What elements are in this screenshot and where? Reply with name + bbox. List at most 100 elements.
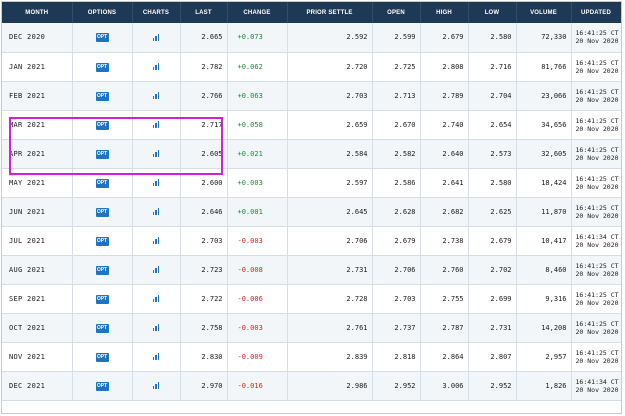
bar-chart-icon[interactable] [152,382,160,389]
header-updated[interactable]: UPDATED [571,2,621,23]
header-prior-settle[interactable]: PRIOR SETTLE [287,2,373,23]
updated-date: 20 Nov 2020 [575,95,619,104]
high-cell: 2.679 [420,23,469,53]
volume-cell: 34,656 [516,110,572,140]
opt-button[interactable]: OPT [95,352,109,362]
high-cell: 2.641 [420,168,469,198]
opt-button[interactable]: OPT [95,62,109,72]
high-cell: 2.755 [420,284,469,314]
charts-cell [132,371,181,401]
bar-chart-icon[interactable] [152,179,160,186]
bar-chart-icon[interactable] [152,33,160,41]
updated-time: 16:41:25 CT [575,203,619,212]
prior-settle-cell: 2.645 [287,197,373,227]
quotes-table: MONTH OPTIONS CHARTS LAST CHANGE PRIOR S… [2,2,621,401]
header-open[interactable]: OPEN [372,2,421,23]
open-cell: 2.725 [372,52,421,82]
updated-time: 16:41:25 CT [575,87,619,96]
high-cell: 2.787 [420,313,469,343]
header-volume[interactable]: VOLUME [516,2,572,23]
header-month[interactable]: MONTH [2,2,73,23]
last-cell: 2.723 [180,255,228,285]
opt-button[interactable]: OPT [95,294,109,304]
opt-button[interactable]: OPT [95,178,109,188]
last-cell: 2.766 [180,81,228,111]
opt-button[interactable]: OPT [95,381,109,391]
month-cell: FEB 2021 [2,81,73,111]
bar-chart-icon[interactable] [152,353,160,360]
bar-chart-icon[interactable] [152,208,160,215]
low-cell: 2.654 [468,110,517,140]
header-low[interactable]: LOW [468,2,517,23]
opt-button[interactable]: OPT [95,149,109,159]
prior-settle-cell: 2.986 [287,371,373,401]
charts-cell [132,139,181,169]
change-cell: -0.009 [227,342,288,372]
high-cell: 2.640 [420,139,469,169]
updated-date: 20 Nov 2020 [575,356,619,365]
table-body: DEC 2020 OPT 2.665 +0.073 2.592 2.599 2.… [2,23,621,401]
opt-button[interactable]: OPT [95,120,109,130]
header-high[interactable]: HIGH [420,2,469,23]
month-cell: MAR 2021 [2,110,73,140]
bar-chart-icon[interactable] [152,324,160,331]
last-cell: 2.758 [180,313,228,343]
updated-cell: 16:41:34 CT 20 Nov 2020 [571,371,621,401]
last-cell: 2.830 [180,342,228,372]
change-cell: +0.001 [227,197,288,227]
bar-chart-icon[interactable] [152,121,160,128]
volume-cell: 72,330 [516,23,572,53]
opt-button[interactable]: OPT [95,207,109,217]
opt-button[interactable]: OPT [95,33,109,43]
table-row: DEC 2021 OPT 2.970 -0.016 2.986 2.952 3.… [2,371,621,401]
open-cell: 2.628 [372,197,421,227]
month-cell: APR 2021 [2,139,73,169]
table-row: JAN 2021 OPT 2.782 +0.062 2.720 2.725 2.… [2,52,621,82]
bar-chart-icon[interactable] [152,237,160,244]
high-cell: 2.864 [420,342,469,372]
volume-cell: 10,417 [516,226,572,256]
open-cell: 2.713 [372,81,421,111]
options-cell: OPT [72,52,133,82]
prior-settle-cell: 2.731 [287,255,373,285]
low-cell: 2.580 [468,23,517,53]
last-cell: 2.605 [180,139,228,169]
updated-date: 20 Nov 2020 [575,269,619,278]
table-row: JUL 2021 OPT 2.703 -0.003 2.706 2.679 2.… [2,226,621,256]
updated-time: 16:41:25 CT [575,145,619,154]
updated-time: 16:41:25 CT [575,261,619,270]
header-last[interactable]: LAST [180,2,228,23]
updated-date: 20 Nov 2020 [575,182,619,191]
bar-chart-icon[interactable] [152,63,160,70]
volume-cell: 11,870 [516,197,572,227]
change-cell: -0.003 [227,226,288,256]
bar-chart-icon[interactable] [152,92,160,99]
opt-button[interactable]: OPT [95,265,109,275]
bar-chart-icon[interactable] [152,266,160,273]
change-cell: +0.021 [227,139,288,169]
opt-button[interactable]: OPT [95,323,109,333]
opt-button[interactable]: OPT [95,236,109,246]
open-cell: 2.670 [372,110,421,140]
options-cell: OPT [72,284,133,314]
charts-cell [132,23,181,53]
volume-cell: 32,605 [516,139,572,169]
bar-chart-icon[interactable] [152,150,160,157]
updated-cell: 16:41:25 CT 20 Nov 2020 [571,81,621,111]
charts-cell [132,110,181,140]
updated-time: 16:41:25 CT [575,116,619,125]
options-cell: OPT [72,23,133,53]
updated-cell: 16:41:25 CT 20 Nov 2020 [571,139,621,169]
options-cell: OPT [72,197,133,227]
prior-settle-cell: 2.659 [287,110,373,140]
updated-cell: 16:41:25 CT 20 Nov 2020 [571,23,621,53]
open-cell: 2.952 [372,371,421,401]
header-change[interactable]: CHANGE [227,2,288,23]
low-cell: 2.731 [468,313,517,343]
high-cell: 2.682 [420,197,469,227]
header-charts: CHARTS [132,2,181,23]
bar-chart-icon[interactable] [152,295,160,302]
open-cell: 2.737 [372,313,421,343]
volume-cell: 2,957 [516,342,572,372]
opt-button[interactable]: OPT [95,91,109,101]
